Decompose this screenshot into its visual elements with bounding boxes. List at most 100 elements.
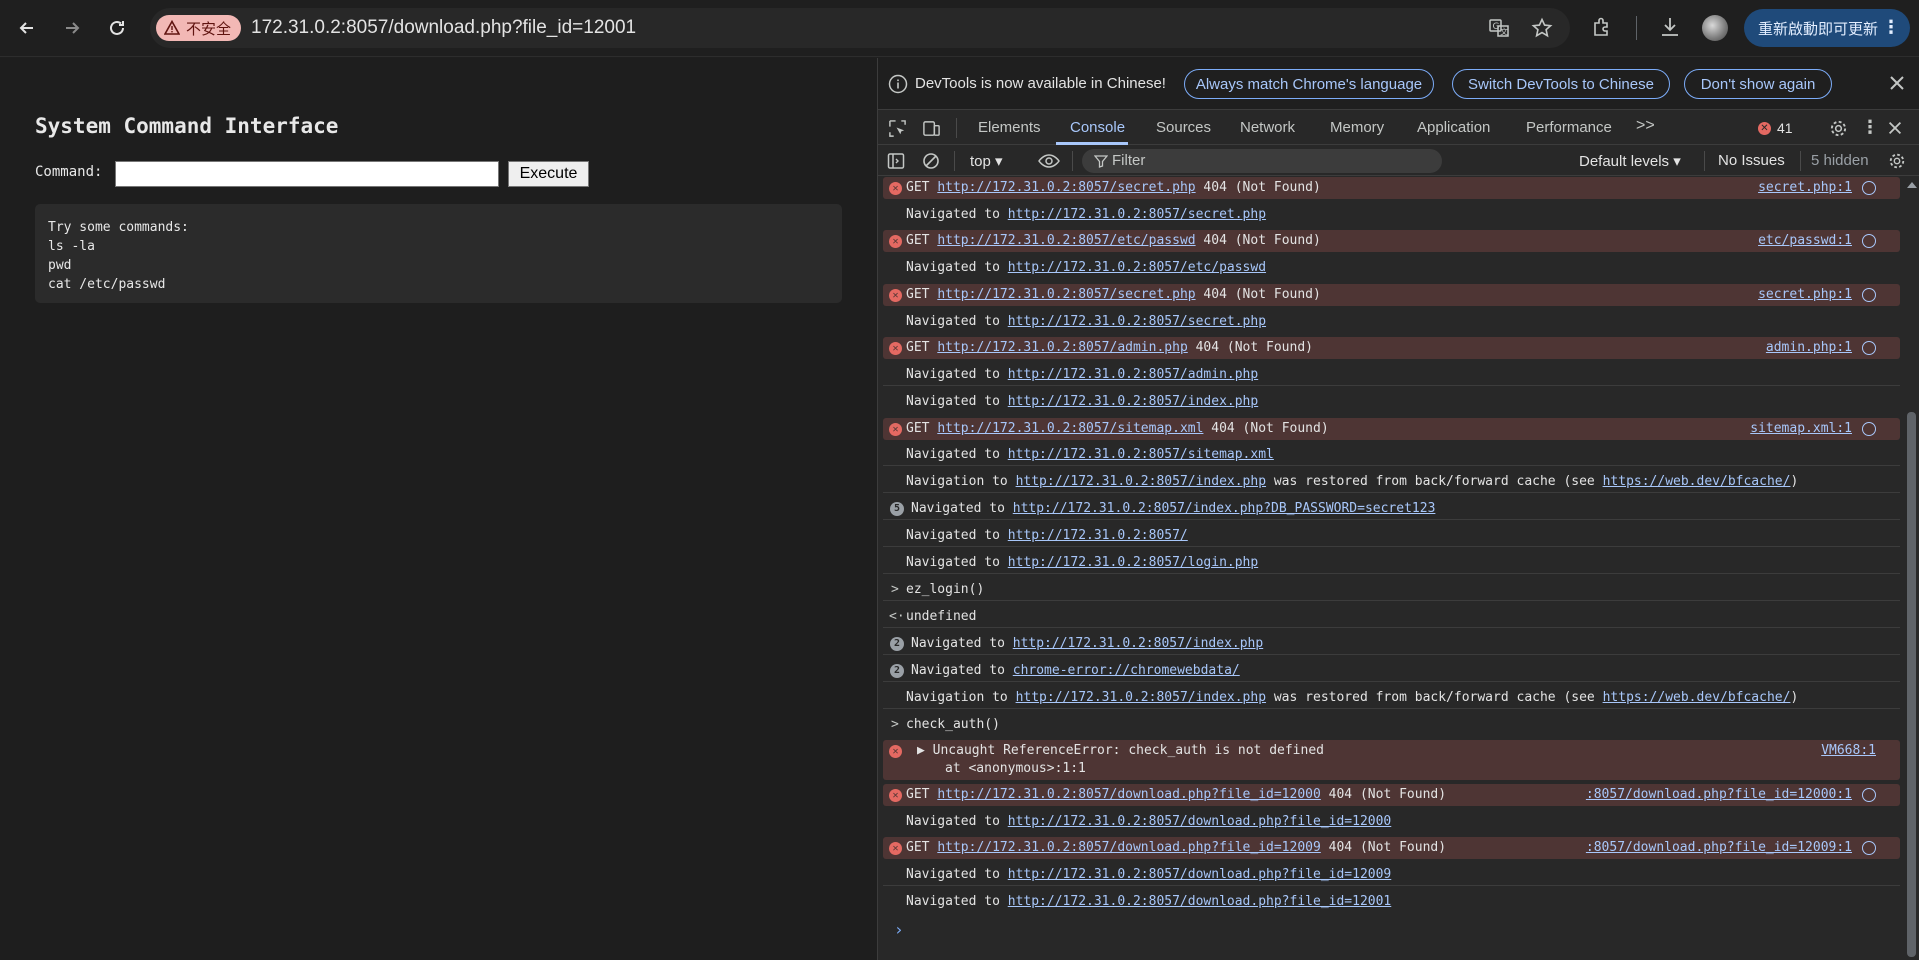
nav-url[interactable]: http://172.31.0.2:8057/etc/passwd bbox=[1008, 260, 1266, 275]
network-globe-icon[interactable] bbox=[1862, 288, 1876, 302]
nav-url[interactable]: http://172.31.0.2:8057/admin.php bbox=[1008, 367, 1258, 382]
request-method: GET bbox=[906, 287, 930, 302]
tab-network[interactable]: Network bbox=[1240, 119, 1295, 136]
console-nav-row: Navigated to http://172.31.0.2:8057/logi… bbox=[883, 552, 1900, 574]
network-globe-icon[interactable] bbox=[1862, 422, 1876, 436]
update-button[interactable]: 重新啟動即可更新 ⋮ bbox=[1744, 9, 1910, 47]
extensions-icon[interactable] bbox=[1590, 15, 1614, 39]
scroll-up-icon[interactable] bbox=[1907, 182, 1917, 188]
sidebar-toggle-icon[interactable] bbox=[887, 152, 905, 175]
nav-url[interactable]: http://172.31.0.2:8057/index.php bbox=[1013, 636, 1263, 651]
more-tabs-icon[interactable]: >> bbox=[1636, 117, 1655, 135]
request-url[interactable]: http://172.31.0.2:8057/download.php?file… bbox=[937, 787, 1321, 802]
address-bar[interactable]: 不安全 172.31.0.2:8057/download.php?file_id… bbox=[150, 8, 1570, 48]
device-toolbar-icon[interactable] bbox=[922, 119, 941, 143]
star-icon[interactable] bbox=[1531, 17, 1553, 39]
execute-button[interactable]: Execute bbox=[508, 161, 589, 187]
bfcache-link[interactable]: https://web.dev/bfcache/ bbox=[1603, 474, 1791, 489]
request-url[interactable]: http://172.31.0.2:8057/secret.php bbox=[937, 287, 1195, 302]
nav-url[interactable]: http://172.31.0.2:8057/index.php bbox=[1016, 690, 1266, 705]
source-link[interactable]: secret.php:1 bbox=[1758, 287, 1852, 302]
more-vert-icon[interactable]: ⋮ bbox=[1861, 117, 1879, 138]
settings-icon[interactable] bbox=[1829, 119, 1848, 143]
source-link[interactable]: :8057/download.php?file_id=12000:1 bbox=[1586, 787, 1852, 802]
download-icon[interactable] bbox=[1658, 15, 1682, 39]
issues-button[interactable]: No Issues bbox=[1718, 152, 1785, 169]
request-status: 404 (Not Found) bbox=[1211, 421, 1329, 436]
nav-url[interactable]: http://172.31.0.2:8057/index.php bbox=[1008, 394, 1258, 409]
back-button[interactable] bbox=[12, 13, 42, 43]
more-vert-icon: ⋮ bbox=[1882, 17, 1900, 37]
request-url[interactable]: http://172.31.0.2:8057/secret.php bbox=[937, 180, 1195, 195]
console-exception-row: ✕ ▶ Uncaught ReferenceError: check_auth … bbox=[883, 740, 1900, 780]
network-globe-icon[interactable] bbox=[1862, 181, 1876, 195]
input-prompt-icon: > bbox=[891, 582, 899, 597]
network-globe-icon[interactable] bbox=[1862, 788, 1876, 802]
tab-console[interactable]: Console bbox=[1070, 119, 1125, 136]
repeat-count-badge: 2 bbox=[890, 637, 904, 651]
source-link[interactable]: sitemap.xml:1 bbox=[1750, 421, 1852, 436]
source-link[interactable]: etc/passwd:1 bbox=[1758, 233, 1852, 248]
source-link[interactable]: :8057/download.php?file_id=12009:1 bbox=[1586, 840, 1852, 855]
nav-url[interactable]: http://172.31.0.2:8057/sitemap.xml bbox=[1008, 447, 1274, 462]
bfcache-suffix: ) bbox=[1790, 690, 1799, 705]
error-count-badge[interactable]: ✕ 41 bbox=[1758, 120, 1793, 136]
eye-icon[interactable] bbox=[1038, 152, 1060, 175]
inspect-element-icon[interactable] bbox=[888, 119, 907, 143]
close-devtools-icon[interactable] bbox=[1886, 119, 1904, 142]
filter-input[interactable]: Filter bbox=[1082, 149, 1442, 173]
tab-elements[interactable]: Elements bbox=[978, 119, 1041, 136]
console-result-text: undefined bbox=[906, 609, 977, 624]
profile-avatar[interactable] bbox=[1702, 15, 1728, 41]
nav-url[interactable]: http://172.31.0.2:8057/index.php bbox=[1016, 474, 1266, 489]
source-link[interactable]: VM668:1 bbox=[1821, 743, 1876, 758]
exception-message[interactable]: ▶ Uncaught ReferenceError: check_auth is… bbox=[917, 743, 1324, 758]
network-globe-icon[interactable] bbox=[1862, 841, 1876, 855]
network-globe-icon[interactable] bbox=[1862, 234, 1876, 248]
request-url[interactable]: http://172.31.0.2:8057/sitemap.xml bbox=[937, 421, 1203, 436]
nav-url[interactable]: chrome-error://chromewebdata/ bbox=[1013, 663, 1240, 678]
tab-performance[interactable]: Performance bbox=[1526, 119, 1612, 136]
forward-button[interactable] bbox=[57, 13, 87, 43]
network-globe-icon[interactable] bbox=[1862, 341, 1876, 355]
nav-url[interactable]: http://172.31.0.2:8057/download.php?file… bbox=[1008, 814, 1392, 829]
nav-url[interactable]: http://172.31.0.2:8057/secret.php bbox=[1008, 314, 1266, 329]
command-input[interactable] bbox=[115, 161, 499, 187]
request-method: GET bbox=[906, 840, 930, 855]
url-text[interactable]: 172.31.0.2:8057/download.php?file_id=120… bbox=[251, 17, 636, 39]
dont-show-again-button[interactable]: Don't show again bbox=[1684, 69, 1832, 99]
nav-prefix: Navigated to bbox=[911, 663, 1005, 678]
nav-url[interactable]: http://172.31.0.2:8057/secret.php bbox=[1008, 207, 1266, 222]
tab-sources[interactable]: Sources bbox=[1156, 119, 1211, 136]
nav-url[interactable]: http://172.31.0.2:8057/download.php?file… bbox=[1008, 894, 1392, 909]
request-url[interactable]: http://172.31.0.2:8057/download.php?file… bbox=[937, 840, 1321, 855]
nav-url[interactable]: http://172.31.0.2:8057/index.php?DB_PASS… bbox=[1013, 501, 1436, 516]
nav-url[interactable]: http://172.31.0.2:8057/ bbox=[1008, 528, 1188, 543]
translate-icon[interactable]: G文 bbox=[1488, 17, 1510, 39]
request-url[interactable]: http://172.31.0.2:8057/etc/passwd bbox=[937, 233, 1195, 248]
clear-console-icon[interactable] bbox=[922, 152, 940, 175]
nav-url[interactable]: http://172.31.0.2:8057/download.php?file… bbox=[1008, 867, 1392, 882]
tab-application[interactable]: Application bbox=[1417, 119, 1490, 136]
log-levels-select[interactable]: Default levels ▾ bbox=[1579, 152, 1681, 170]
console-nav-row: 5 Navigated to http://172.31.0.2:8057/in… bbox=[883, 498, 1900, 520]
match-language-button[interactable]: Always match Chrome's language bbox=[1184, 69, 1434, 99]
close-icon[interactable] bbox=[1886, 72, 1908, 94]
reload-button[interactable] bbox=[102, 13, 132, 43]
context-value: top bbox=[970, 153, 991, 170]
switch-chinese-button[interactable]: Switch DevTools to Chinese bbox=[1452, 69, 1670, 99]
request-url[interactable]: http://172.31.0.2:8057/admin.php bbox=[937, 340, 1187, 355]
console-scrollbar[interactable] bbox=[1904, 177, 1918, 960]
console-error-row: ✕ GET http://172.31.0.2:8057/download.ph… bbox=[883, 784, 1900, 806]
console-settings-icon[interactable] bbox=[1888, 152, 1906, 175]
insecure-chip[interactable]: 不安全 bbox=[156, 15, 242, 41]
source-link[interactable]: secret.php:1 bbox=[1758, 180, 1852, 195]
nav-url[interactable]: http://172.31.0.2:8057/login.php bbox=[1008, 555, 1258, 570]
nav-prefix: Navigated to bbox=[906, 555, 1000, 570]
tab-memory[interactable]: Memory bbox=[1330, 119, 1384, 136]
bfcache-link[interactable]: https://web.dev/bfcache/ bbox=[1603, 690, 1791, 705]
scrollbar-thumb[interactable] bbox=[1907, 412, 1916, 957]
context-select[interactable]: top ▾ bbox=[970, 152, 1003, 170]
source-link[interactable]: admin.php:1 bbox=[1766, 340, 1852, 355]
console-prompt-icon[interactable]: › bbox=[894, 920, 904, 939]
